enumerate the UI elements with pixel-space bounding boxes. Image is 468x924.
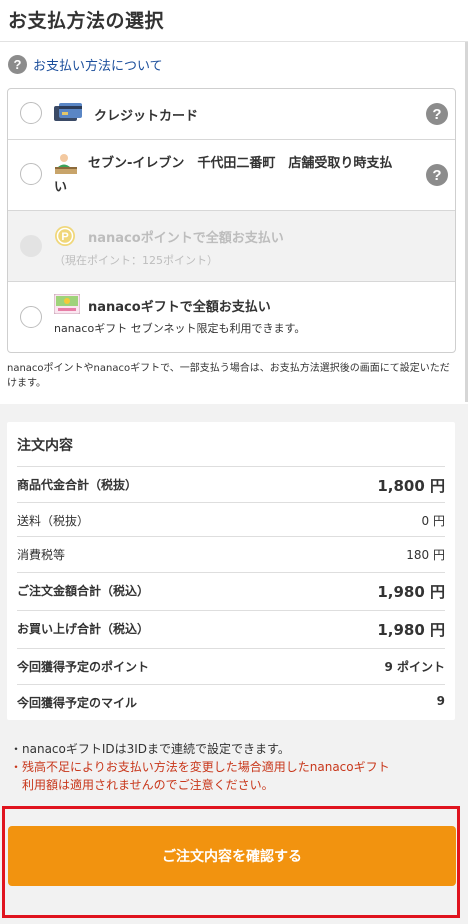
summary-label: 送料（税抜）	[17, 514, 90, 528]
notice-warning-line1: ・残高不足によりお支払い方法を変更した場合適用したnanacoギフト	[10, 760, 390, 774]
payment-option-store-pickup[interactable]: セブン-イレブン 千代田二番町 店舗受取り時支払 い ?	[8, 140, 455, 211]
summary-value: 1,800 円	[377, 477, 445, 495]
nanaco-point-icon: P	[54, 225, 76, 251]
summary-row-shipping: 送料（税抜） 0 円	[17, 502, 445, 537]
radio-store-pickup[interactable]	[20, 163, 42, 185]
notice-list: ・nanacoギフトIDは3IDまで連続で設定できます。 ・残高不足によりお支払…	[10, 740, 460, 794]
nanaco-point-label: nanacoポイントで全額お支払い	[88, 231, 284, 246]
summary-row-tax: 消費税等 180 円	[17, 536, 445, 571]
title-divider	[0, 41, 468, 42]
partial-payment-note: nanacoポイントやnanacoギフトで、一部支払う場合は、お支払方法選択後の…	[7, 363, 450, 389]
summary-value: 9 ポイント	[384, 660, 445, 674]
summary-row-subtotal: 商品代金合計（税抜） 1,800 円	[17, 466, 445, 501]
question-icon: ?	[8, 55, 27, 74]
summary-value: 1,980 円	[377, 583, 445, 601]
summary-value: 180 円	[406, 548, 445, 562]
nanaco-point-balance: （現在ポイント：125ポイント）	[54, 254, 218, 267]
radio-credit-card[interactable]	[20, 102, 42, 124]
summary-label: 商品代金合計（税抜）	[17, 478, 138, 492]
radio-nanaco-point	[20, 235, 42, 257]
svg-text:P: P	[61, 231, 68, 243]
credit-card-icon	[54, 103, 82, 127]
summary-row-order-total: ご注文金額合計（税込） 1,980 円	[17, 572, 445, 607]
summary-label: 今回獲得予定のポイント	[17, 660, 150, 674]
summary-label: ご注文金額合計（税込）	[17, 584, 150, 598]
nanaco-gift-label: nanacoギフトで全額お支払い	[88, 300, 271, 315]
notice-item: ・nanacoギフトIDは3IDまで連続で設定できます。	[10, 742, 290, 756]
summary-value: 9	[436, 694, 445, 708]
order-summary: 注文内容 商品代金合計（税抜） 1,800 円 送料（税抜） 0 円 消費税等 …	[7, 422, 455, 720]
payment-options-list: クレジットカード ? セブン-イレブン 千代田二番町 店舗受取り時支払 い ?	[7, 88, 456, 353]
payment-option-credit-card[interactable]: クレジットカード ?	[8, 89, 455, 140]
store-pickup-label-line2: い	[54, 180, 68, 195]
credit-card-label: クレジットカード	[94, 109, 199, 124]
nanaco-gift-sub: nanacoギフト セブンネット限定も利用できます。	[54, 322, 306, 335]
radio-nanaco-gift[interactable]	[20, 306, 42, 328]
notice-warning-line2: 利用額は適用されませんのでご注意ください。	[10, 778, 274, 792]
summary-row-miles: 今回獲得予定のマイル 9	[17, 684, 445, 719]
payment-method-section: お支払方法の選択 ? お支払い方法について クレジットカード ? セブン-イレブ…	[0, 0, 468, 404]
payment-help-link[interactable]: ? お支払い方法について	[8, 55, 163, 74]
summary-row-points: 今回獲得予定のポイント 9 ポイント	[17, 648, 445, 683]
payment-help-label: お支払い方法について	[33, 59, 163, 74]
confirm-order-button[interactable]: ご注文内容を確認する	[8, 826, 456, 886]
nanaco-gift-icon	[53, 293, 81, 318]
payment-option-nanaco-gift[interactable]: nanacoギフトで全額お支払い nanacoギフト セブンネット限定も利用でき…	[8, 282, 455, 352]
summary-label: お買い上げ合計（税込）	[17, 622, 150, 636]
summary-label: 今回獲得予定のマイル	[17, 696, 138, 710]
store-pickup-label-line1: セブン-イレブン 千代田二番町 店舗受取り時支払	[88, 156, 393, 171]
summary-label: 消費税等	[17, 548, 66, 562]
summary-row-purchase-total: お買い上げ合計（税込） 1,980 円	[17, 610, 445, 645]
summary-value: 1,980 円	[377, 621, 445, 639]
credit-card-help-icon[interactable]: ?	[426, 103, 448, 125]
order-summary-heading: 注文内容	[17, 438, 73, 454]
summary-value: 0 円	[421, 514, 445, 528]
store-pickup-help-icon[interactable]: ?	[426, 164, 448, 186]
payment-option-nanaco-point: P nanacoポイントで全額お支払い （現在ポイント：125ポイント）	[8, 211, 455, 282]
page-title: お支払方法の選択	[8, 10, 165, 32]
